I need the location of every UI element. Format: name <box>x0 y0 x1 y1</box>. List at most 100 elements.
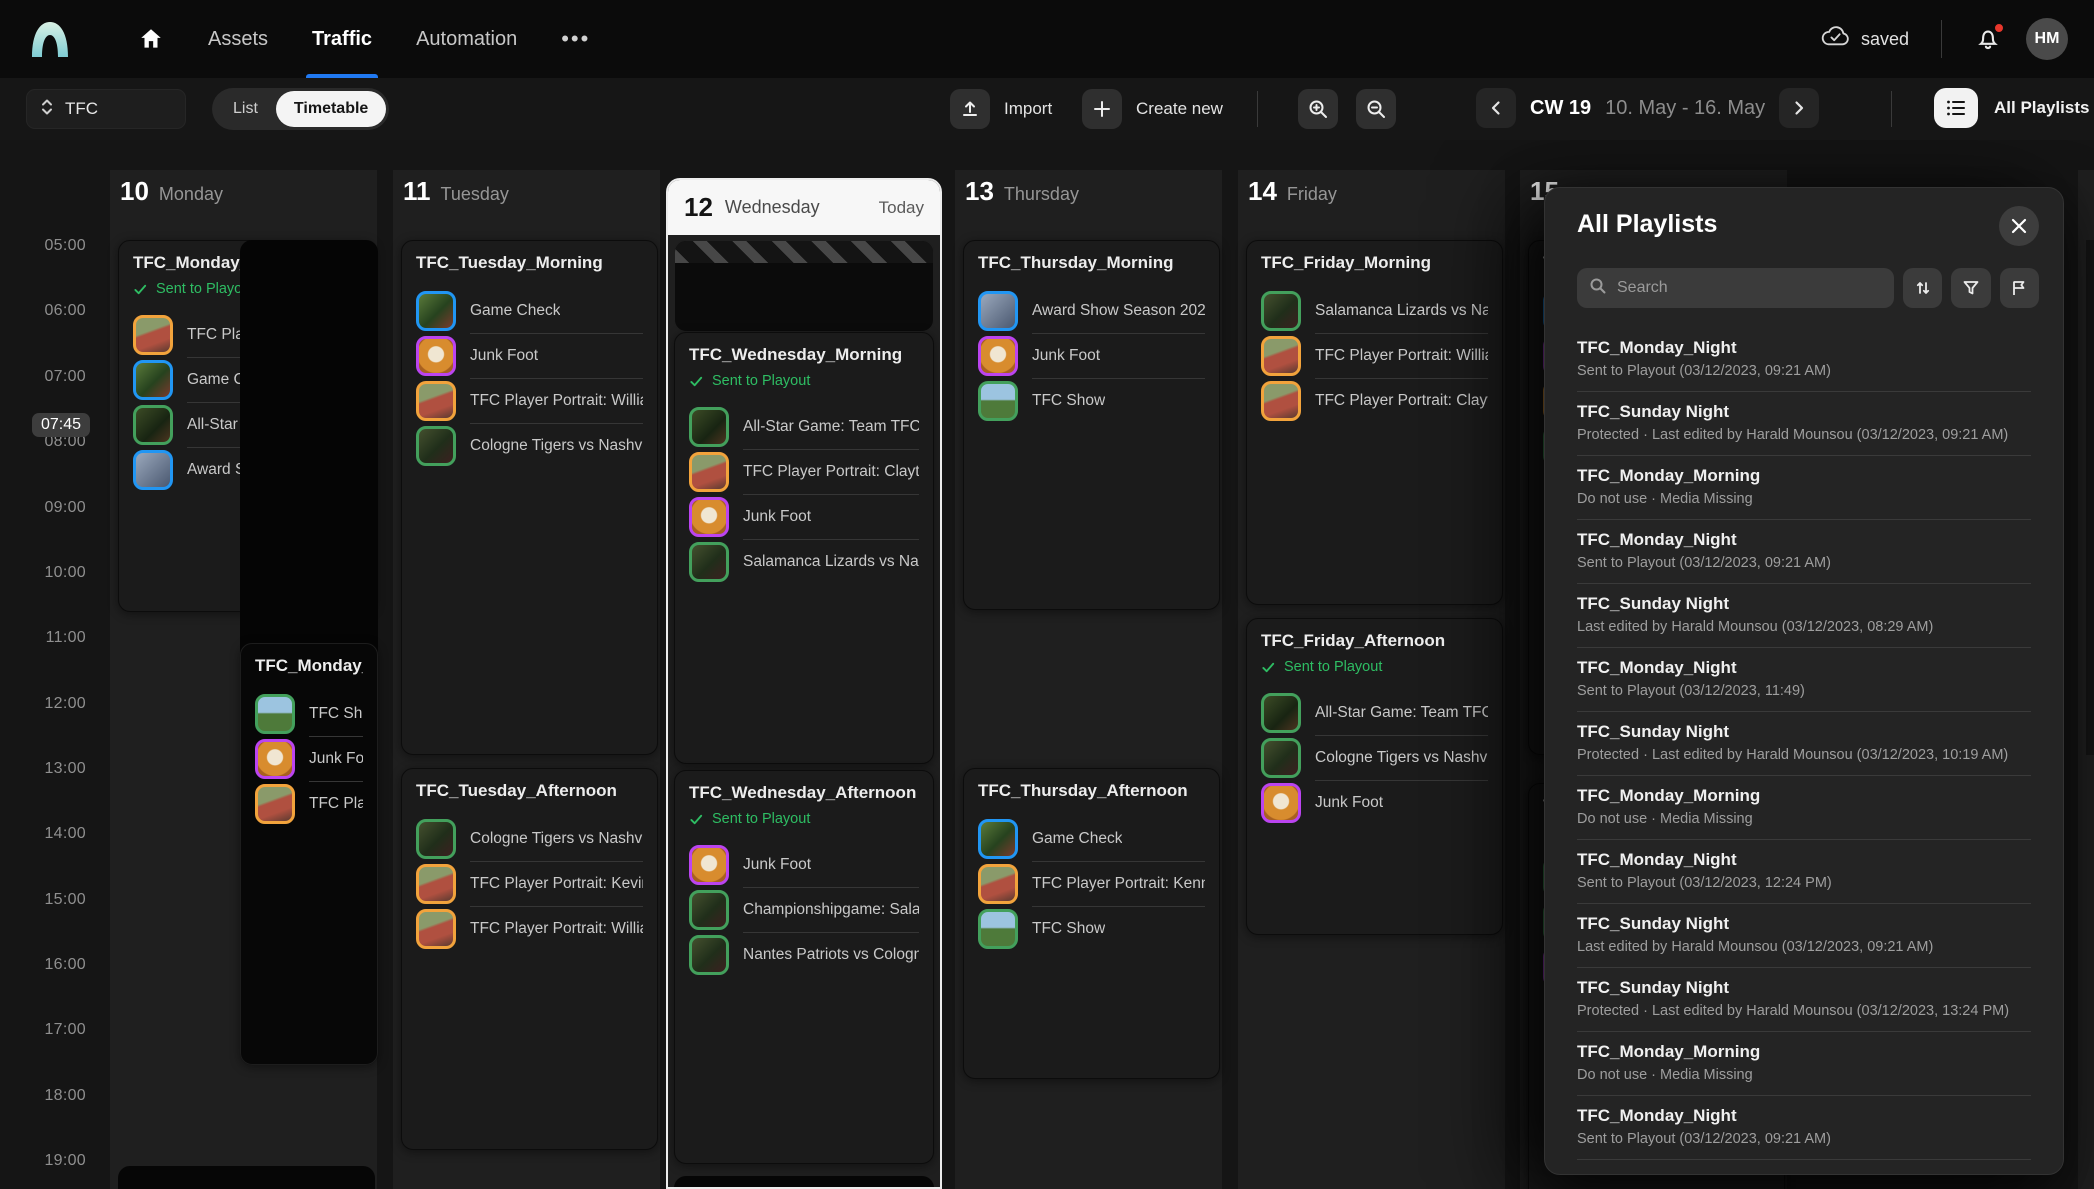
playlist-item[interactable]: All-Star Game: Team TFC vs Team <box>1261 691 1488 735</box>
award-thumbnail-icon <box>978 291 1018 331</box>
playlist-item[interactable]: TFC Player Portrait: Kenneth Holcomb <box>978 862 1205 906</box>
tab-automation[interactable]: Automation <box>416 0 517 78</box>
panel-playlist-title: TFC_Monday_Night <box>1577 530 2031 550</box>
playlist-item[interactable]: Salamanca Lizards vs Nantes Patriots <box>1261 289 1488 333</box>
panel-playlist-item[interactable]: TFC_Monday_Morning Do not use · Media Mi… <box>1577 1032 2031 1096</box>
panel-playlist-subtitle: Last edited by Harald Mounsou (03/12/202… <box>1577 939 2031 955</box>
panel-playlist-title: TFC_Sunday Night <box>1577 978 2031 998</box>
playlist-item[interactable]: Championshipgame: Salamanca Lizards <box>689 888 919 932</box>
tab-assets[interactable]: Assets <box>208 0 268 78</box>
panel-playlist-item[interactable]: TFC_Monday_Night Sent to Playout (03/12/… <box>1577 840 2031 904</box>
close-icon[interactable] <box>1999 206 2039 246</box>
playlist-item[interactable]: All-Star Game: Team TFC vs Team <box>689 405 919 449</box>
playlist-item-label: Salamanca Lizards vs Nantes Patriots <box>743 553 919 571</box>
flag-icon[interactable] <box>2000 268 2039 308</box>
playlist-item[interactable]: TFC Player Portrait: Kevin Murphy <box>416 862 643 906</box>
panel-playlist-title: TFC_Monday_Night <box>1577 1106 2031 1126</box>
panel-playlist-title: TFC_Monday_Morning <box>1577 1042 2031 1062</box>
playlist-item[interactable]: TFC Player Portrait: William Ready <box>416 379 643 423</box>
portrait-thumbnail-icon <box>416 864 456 904</box>
wednesday-night-card-peek[interactable] <box>674 1176 934 1189</box>
playlist-item[interactable]: TFC Player Portrait: William Ready <box>1261 334 1488 378</box>
panel-playlist-item[interactable]: TFC_Monday_Night Sent to Playout (03/12/… <box>1577 520 2031 584</box>
playlist-item[interactable]: Award Show Season 2021 <box>978 289 1205 333</box>
playlist-item[interactable]: TFC Show <box>255 692 363 736</box>
channel-select[interactable]: TFC <box>26 89 186 129</box>
playlist-item[interactable]: TFC Show <box>978 379 1205 423</box>
playlist-card-title: TFC_Tuesday_Afternoon <box>416 781 643 801</box>
game-thumbnail-icon <box>978 819 1018 859</box>
playlist-item[interactable]: TFC Show <box>978 907 1205 951</box>
playlist-item[interactable]: Game Check <box>978 817 1205 861</box>
day-header-thursday: 13 Thursday <box>965 176 1079 207</box>
playlist-card-friday-afternoon[interactable]: TFC_Friday_AfternoonSent to PlayoutAll-S… <box>1246 618 1503 935</box>
zoom-in-button[interactable] <box>1298 89 1338 129</box>
playlist-item[interactable]: Junk Foot <box>689 495 919 539</box>
playlist-card-monday-afternoon[interactable]: TFC_Monday_AfTFC ShowJunk FootTFC Player… <box>240 643 378 1065</box>
panel-playlist-item[interactable]: TFC_Monday_Night Sent to Playout (03/12/… <box>1577 648 2031 712</box>
playlist-item[interactable]: Cologne Tigers vs Nashville United <box>416 424 643 468</box>
notifications-bell-icon[interactable] <box>1974 24 2004 54</box>
playlist-item[interactable]: Junk Foot <box>255 737 363 781</box>
all-playlists-toggle[interactable]: All Playlists <box>1934 88 2089 128</box>
day-name: Tuesday <box>441 184 509 205</box>
create-new-button[interactable]: Create new <box>1082 89 1223 129</box>
panel-playlist-item[interactable]: TFC_Monday_Night Sent to Playout (03/12/… <box>1577 328 2031 392</box>
view-option-list[interactable]: List <box>215 91 276 127</box>
tab-traffic[interactable]: Traffic <box>312 0 372 78</box>
panel-playlist-item[interactable]: TFC_Sunday Night Protected · Last edited… <box>1577 968 2031 1032</box>
match-thumbnail-icon <box>689 542 729 582</box>
card-item-list: TFC ShowJunk FootTFC Player P <box>255 692 363 826</box>
playlist-item[interactable]: Salamanca Lizards vs Nantes Patriots <box>689 540 919 584</box>
playlist-item[interactable]: Game Check <box>416 289 643 333</box>
panel-playlist-item[interactable]: TFC_Sunday Night Last edited by Harald M… <box>1577 904 2031 968</box>
playlist-card-tuesday-afternoon[interactable]: TFC_Tuesday_Afternoon Cologne Tigers vs N… <box>401 768 658 1150</box>
panel-playlist-item[interactable]: TFC_Sunday Night Protected · Last edited… <box>1577 392 2031 456</box>
playlist-item[interactable]: TFC Player Portrait: Clayton Anderson <box>1261 379 1488 423</box>
playlist-card-wednesday-morning[interactable]: TFC_Wednesday_MorningSent to PlayoutAll-… <box>674 332 934 764</box>
day-number: 11 <box>403 176 431 207</box>
playlist-card-friday-morning[interactable]: TFC_Friday_MorningSalamanca Lizards vs N… <box>1246 240 1503 605</box>
playlist-card-thursday-afternoon[interactable]: TFC_Thursday_AfternoonGame CheckTFC Play… <box>963 768 1220 1079</box>
zoom-out-button[interactable] <box>1356 89 1396 129</box>
playlist-item[interactable]: Junk Foot <box>689 843 919 887</box>
portrait-thumbnail-icon <box>978 864 1018 904</box>
playlist-item[interactable]: Junk Foot <box>1261 781 1488 825</box>
monday-night-card-peek[interactable] <box>118 1166 375 1189</box>
sort-icon[interactable] <box>1903 268 1942 308</box>
playlist-item[interactable]: Cologne Tigers vs Nashville United <box>416 817 643 861</box>
game-thumbnail-icon <box>416 291 456 331</box>
playlist-item[interactable]: Junk Foot <box>416 334 643 378</box>
search-input[interactable] <box>1617 279 1882 297</box>
playlist-card-tuesday-morning[interactable]: TFC_Tuesday_MorningGame CheckJunk FootTF… <box>401 240 658 755</box>
panel-playlist-item[interactable]: TFC_Monday_Morning Do not use · Media Mi… <box>1577 776 2031 840</box>
toolbar-divider-2 <box>1891 91 1892 127</box>
import-button[interactable]: Import <box>950 89 1052 129</box>
card-item-list: All-Star Game: Team TFC vs TeamCologne T… <box>1261 691 1488 825</box>
app-logo-icon[interactable] <box>28 17 72 61</box>
previous-week-button[interactable] <box>1476 88 1516 128</box>
panel-playlist-item[interactable]: TFC_Sunday Night Protected · Last edited… <box>1577 712 2031 776</box>
panel-playlist-item[interactable]: TFC_Sunday Night Last edited by Harald M… <box>1577 584 2031 648</box>
playlist-item-label: TFC Player Portrait: Kenneth Holcomb <box>1032 875 1205 893</box>
avatar[interactable]: HM <box>2026 18 2068 60</box>
next-week-button[interactable] <box>1779 88 1819 128</box>
playlist-item[interactable]: TFC Player Portrait: Clayton Anderson <box>689 450 919 494</box>
more-tabs-icon[interactable]: ••• <box>561 0 590 78</box>
search-box[interactable] <box>1577 268 1894 308</box>
filter-icon[interactable] <box>1951 268 1990 308</box>
panel-playlist-item[interactable]: TFC_Monday_Morning Do not use · Media Mi… <box>1577 456 2031 520</box>
panel-playlist-item[interactable]: TFC_Monday_Night Sent to Playout (03/12/… <box>1577 1096 2031 1160</box>
playlist-item[interactable]: TFC Player P <box>255 782 363 826</box>
playlist-item[interactable]: TFC Player Portrait: William Ready <box>416 907 643 951</box>
panel-playlist-subtitle: Do not use · Media Missing <box>1577 811 2031 827</box>
playlist-item[interactable]: Cologne Tigers vs Nashville United <box>1261 736 1488 780</box>
view-option-timetable[interactable]: Timetable <box>276 91 386 127</box>
home-icon[interactable] <box>138 0 164 78</box>
playlist-item[interactable]: Junk Foot <box>978 334 1205 378</box>
card-item-list: Cologne Tigers vs Nashville UnitedTFC Pl… <box>416 817 643 951</box>
playlist-item[interactable]: Nantes Patriots vs Cologne Tigers <box>689 933 919 977</box>
playlist-card-wednesday-afternoon[interactable]: TFC_Wednesday_AfternoonSent to PlayoutJu… <box>674 770 934 1164</box>
playlist-card-thursday-morning[interactable]: TFC_Thursday_MorningAward Show Season 20… <box>963 240 1220 610</box>
playlist-card-title: TFC_Friday_Afternoon <box>1261 631 1488 651</box>
